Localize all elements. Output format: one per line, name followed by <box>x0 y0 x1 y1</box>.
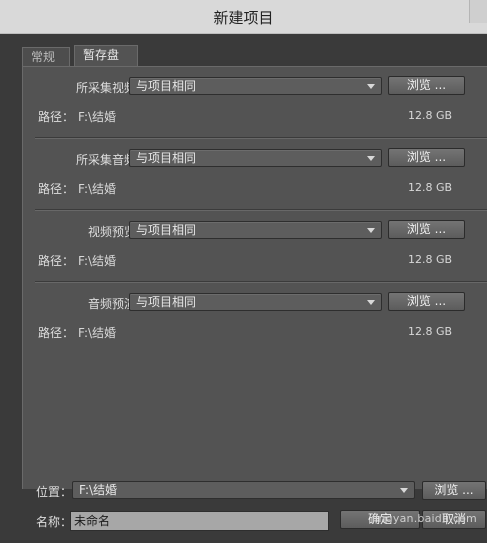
captured-video-select-value: 与项目相同 <box>136 79 197 93</box>
title-bar: 新建项目 <box>0 0 487 34</box>
chevron-down-icon <box>367 84 375 89</box>
chevron-down-icon <box>400 488 408 493</box>
watermark: jingyan.baidu.com <box>372 512 477 525</box>
audio-preview-section: 音频预演： 与项目相同 浏览 ... 路径： F:\结婚 12.8 GB <box>23 283 487 355</box>
captured-video-size: 12.8 GB <box>408 109 453 122</box>
captured-video-browse-button[interactable]: 浏览 ... <box>388 76 465 95</box>
name-label: 名称： <box>36 515 73 529</box>
captured-audio-section: 所采集音频： 与项目相同 浏览 ... 路径： F:\结婚 12.8 GB <box>23 139 487 211</box>
video-preview-select[interactable]: 与项目相同 <box>129 221 382 239</box>
close-button[interactable] <box>469 0 487 23</box>
location-select[interactable]: F:\结婚 <box>72 481 415 499</box>
video-preview-select-value: 与项目相同 <box>136 223 197 237</box>
scratch-disks-panel: 所采集视频： 与项目相同 浏览 ... 路径： F:\结婚 12.8 GB 所采… <box>22 66 487 489</box>
captured-video-select[interactable]: 与项目相同 <box>129 77 382 95</box>
path-label: 路径： <box>38 326 75 340</box>
path-label: 路径： <box>38 110 75 124</box>
captured-audio-path: F:\结婚 <box>78 182 117 196</box>
location-label: 位置： <box>36 485 73 499</box>
new-project-dialog: 常规 暂存盘 所采集视频： 与项目相同 浏览 ... 路径： F:\结婚 12.… <box>0 34 487 543</box>
path-label: 路径： <box>38 254 75 268</box>
captured-audio-browse-button[interactable]: 浏览 ... <box>388 148 465 167</box>
audio-preview-size: 12.8 GB <box>408 325 453 338</box>
audio-preview-path: F:\结婚 <box>78 326 117 340</box>
captured-video-path: F:\结婚 <box>78 110 117 124</box>
project-name-input[interactable] <box>70 511 329 531</box>
path-label: 路径： <box>38 182 75 196</box>
tab-scratch-disks[interactable]: 暂存盘 <box>74 45 138 67</box>
video-preview-path: F:\结婚 <box>78 254 117 268</box>
location-value: F:\结婚 <box>79 483 118 497</box>
chevron-down-icon <box>367 300 375 305</box>
audio-preview-select-value: 与项目相同 <box>136 295 197 309</box>
tab-general[interactable]: 常规 <box>22 47 70 66</box>
video-preview-size: 12.8 GB <box>408 253 453 266</box>
window-title: 新建项目 <box>213 9 274 27</box>
captured-audio-select[interactable]: 与项目相同 <box>129 149 382 167</box>
chevron-down-icon <box>367 228 375 233</box>
captured-audio-size: 12.8 GB <box>408 181 453 194</box>
captured-video-section: 所采集视频： 与项目相同 浏览 ... 路径： F:\结婚 12.8 GB <box>23 67 487 139</box>
video-preview-section: 视频预览： 与项目相同 浏览 ... 路径： F:\结婚 12.8 GB <box>23 211 487 283</box>
chevron-down-icon <box>367 156 375 161</box>
captured-audio-select-value: 与项目相同 <box>136 151 197 165</box>
location-browse-button[interactable]: 浏览 ... <box>422 481 486 500</box>
video-preview-browse-button[interactable]: 浏览 ... <box>388 220 465 239</box>
audio-preview-browse-button[interactable]: 浏览 ... <box>388 292 465 311</box>
audio-preview-select[interactable]: 与项目相同 <box>129 293 382 311</box>
